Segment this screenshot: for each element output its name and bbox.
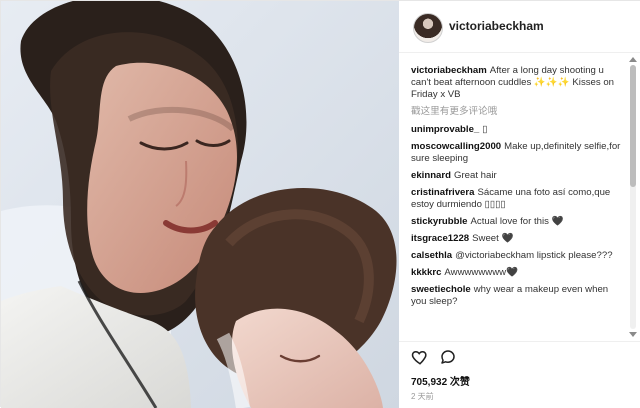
heart-outline-icon[interactable] — [411, 348, 429, 366]
comment-author[interactable]: unimprovable_ — [411, 124, 479, 135]
comment-text: Sweet 🖤 — [472, 233, 514, 244]
comment-author[interactable]: calsethla — [411, 250, 452, 261]
comment-item: itsgrace1228 Sweet 🖤 — [411, 233, 623, 245]
scroll-thumb[interactable] — [630, 65, 636, 187]
comment-author[interactable]: victoriabeckham — [411, 65, 487, 76]
comment-author[interactable]: itsgrace1228 — [411, 233, 469, 244]
profile-username[interactable]: victoriabeckham — [449, 19, 544, 33]
more-comments-link[interactable]: 戳这里有更多评论哦 — [411, 106, 623, 118]
caption-comment: victoriabeckham After a long day shooting… — [411, 65, 623, 101]
comment-text: ▯ — [482, 124, 488, 135]
profile-avatar[interactable] — [413, 13, 443, 43]
scroll-down-icon[interactable] — [629, 332, 637, 337]
like-count: 705,932 次赞 — [411, 377, 470, 388]
comment-bubble-icon[interactable] — [439, 348, 457, 366]
comment-item: calsethla @victoriabeckham lipstick pleas… — [411, 250, 623, 262]
post-time: 2 天前 — [411, 392, 434, 401]
comment-item: ekinnard Great hair — [411, 170, 623, 182]
photo-illustration — [1, 1, 399, 408]
comment-item: kkkkrc Awwwwwwww🖤 — [411, 267, 623, 279]
comment-author[interactable]: ekinnard — [411, 170, 451, 181]
post-photo — [1, 1, 399, 408]
post-sidebar: victoriabeckham victoriabeckham After a l… — [399, 1, 640, 408]
comment-author[interactable]: kkkkrc — [411, 267, 441, 278]
comment-author[interactable]: cristinafrivera — [411, 187, 474, 198]
comment-item: stickyrubble Actual love for this 🖤 — [411, 216, 623, 228]
comment-author[interactable]: stickyrubble — [411, 216, 468, 227]
comment-author[interactable]: moscowcalling2000 — [411, 141, 501, 152]
comment-text: Great hair — [454, 170, 497, 181]
post-header: victoriabeckham — [399, 1, 640, 53]
comment-item: unimprovable_ ▯ — [411, 124, 623, 136]
comment-text: @victoriabeckham lipstick please??? — [455, 250, 613, 261]
comment-item: sweetiechole why wear a makeup even when … — [411, 284, 623, 308]
instagram-post-window: victoriabeckham victoriabeckham After a l… — [0, 0, 640, 408]
comment-text: Awwwwwwww🖤 — [444, 267, 519, 278]
comment-item: moscowcalling2000 Make up,definitely self… — [411, 141, 623, 165]
comments-list[interactable]: victoriabeckham After a long day shooting… — [411, 65, 623, 341]
comments-scrollbar[interactable] — [628, 57, 638, 337]
scroll-up-icon[interactable] — [629, 57, 637, 62]
comment-item: cristinafrivera Sácame una foto así como,… — [411, 187, 623, 211]
comment-text: Actual love for this 🖤 — [470, 216, 564, 227]
post-actions: 705,932 次赞 2 天前 — [399, 341, 640, 408]
comment-author[interactable]: sweetiechole — [411, 284, 471, 295]
